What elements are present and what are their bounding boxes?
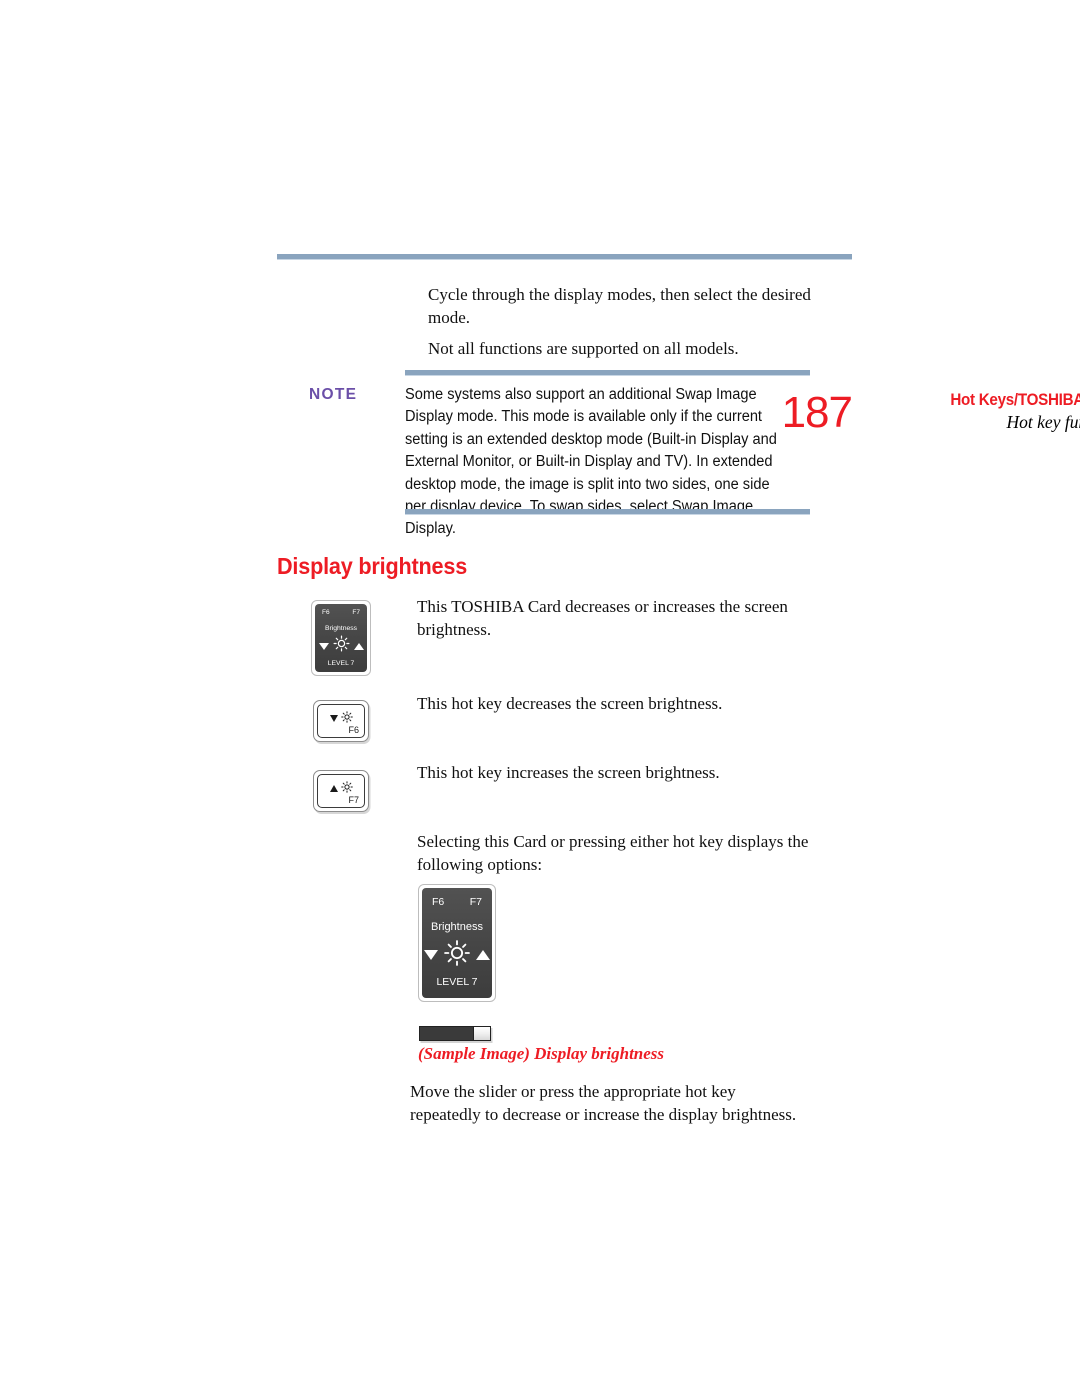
header-divider — [277, 254, 852, 260]
down-triangle-icon — [424, 950, 438, 960]
card-title: Brightness — [324, 625, 358, 632]
card-controls — [315, 635, 367, 657]
running-head: Hot Keys/TOSHIBA Cards Hot key functions… — [277, 194, 1080, 436]
card-controls — [422, 939, 492, 972]
note-divider-bottom — [405, 509, 810, 515]
keycap-glyph-row — [318, 711, 364, 726]
card-fkey-right: F7 — [352, 609, 360, 616]
card-title: Brightness — [431, 921, 483, 933]
paragraph-increase-brightness: This hot key increases the screen bright… — [417, 763, 720, 782]
keycap-glyph-row — [318, 781, 364, 796]
note-divider-top — [405, 370, 810, 376]
card-fkey-left: F6 — [322, 609, 330, 616]
brightness-up-key: F7 — [313, 770, 369, 812]
card-fkey-left: F6 — [432, 896, 445, 908]
paragraph-selecting-card: Selecting this Card or pressing either h… — [417, 832, 809, 874]
card-level: LEVEL 7 — [327, 660, 355, 667]
figure-caption: (Sample Image) Display brightness — [418, 1044, 665, 1063]
keycap-fkey-label: F6 — [348, 725, 359, 735]
up-triangle-icon — [353, 642, 364, 650]
toshiba-card-body: F6 F7 Brightness LEVEL 7 — [422, 888, 492, 998]
page-title: Display brightness — [277, 553, 468, 579]
down-triangle-icon — [318, 642, 329, 650]
note-label: NOTE — [309, 386, 358, 403]
toshiba-card-body: F6 F7 Brightness LEVEL 7 — [315, 604, 367, 672]
card-fkey-right: F7 — [469, 896, 482, 908]
toshiba-card-large: F6 F7 Brightness LEVEL 7 — [418, 884, 496, 1002]
slider-thumb[interactable] — [473, 1026, 491, 1041]
paragraph-toshiba-card: This TOSHIBA Card decreases or increases… — [417, 597, 788, 639]
paragraph-move-slider: Move the slider or press the appropriate… — [410, 1082, 797, 1124]
document-page: Hot Keys/TOSHIBA Cards Hot key functions… — [0, 0, 1080, 1397]
down-triangle-icon — [329, 715, 338, 722]
up-triangle-icon — [476, 950, 490, 960]
card-level: LEVEL 7 — [436, 976, 478, 988]
brightness-down-key: F6 — [313, 700, 369, 742]
paragraph-decrease-brightness: This hot key decreases the screen bright… — [417, 694, 723, 713]
card-fkey-row: F6 F7 — [315, 609, 367, 616]
brightness-slider[interactable] — [419, 1026, 491, 1041]
card-fkey-row: F6 F7 — [422, 896, 492, 908]
note-text: Some systems also support an additional … — [405, 386, 777, 538]
paragraph-cycle-display-modes: Cycle through the display modes, then se… — [428, 285, 811, 327]
sun-icon — [340, 781, 353, 796]
sun-icon — [340, 711, 353, 726]
keycap-fkey-label: F7 — [348, 795, 359, 805]
toshiba-card-thumbnail: F6 F7 Brightness LEVEL 7 — [311, 600, 371, 676]
up-triangle-icon — [329, 785, 338, 792]
paragraph-not-all-functions: Not all functions are supported on all m… — [428, 339, 739, 358]
keycap-face: F7 — [317, 774, 365, 808]
sun-icon — [333, 635, 350, 657]
keycap-face: F6 — [317, 704, 365, 738]
sun-icon — [443, 939, 471, 972]
